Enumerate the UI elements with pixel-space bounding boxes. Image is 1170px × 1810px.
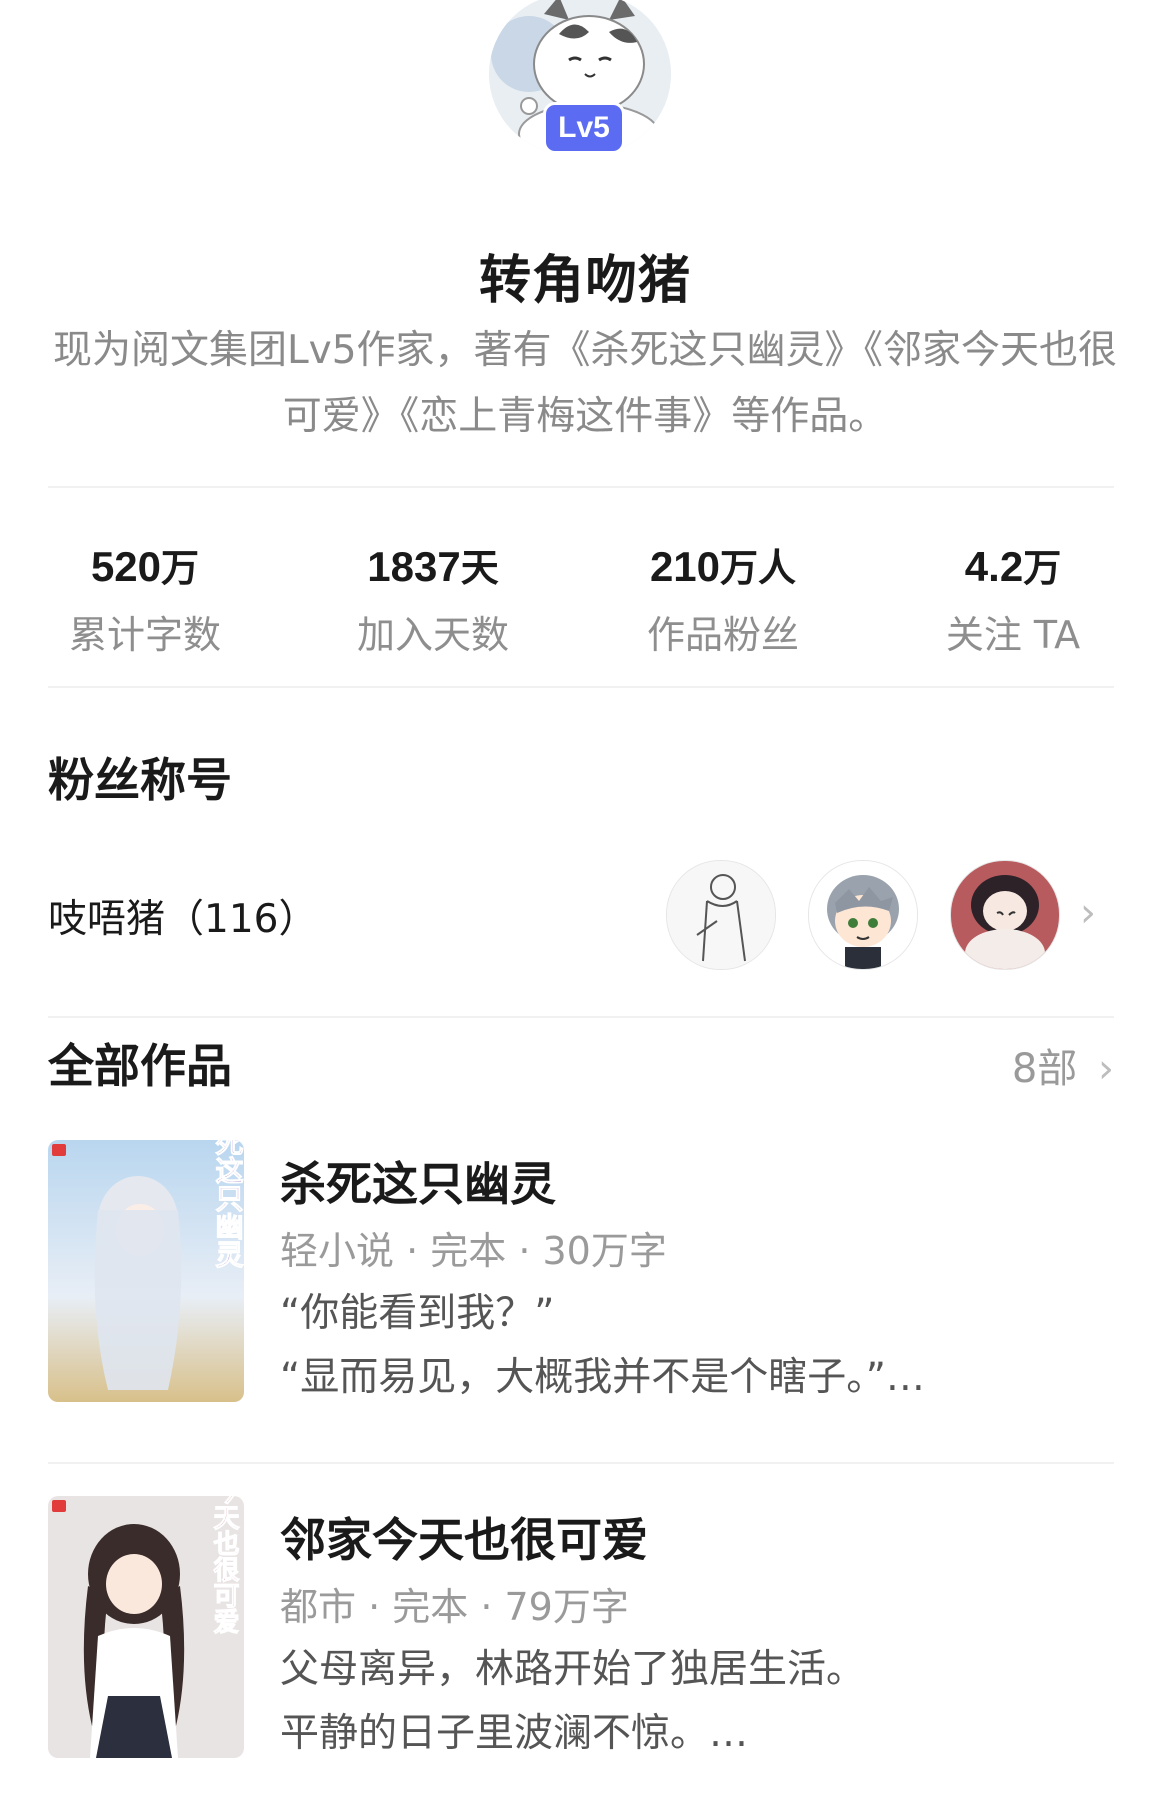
- book-meta: 轻小说 · 完本 · 30万字: [280, 1229, 667, 1273]
- stat-number: 1837: [367, 543, 461, 590]
- book-title[interactable]: 邻家今天也很可爱: [280, 1504, 648, 1570]
- girl-avatar-icon: [951, 861, 1059, 969]
- book-desc-line: “显而易见，大概我并不是个瞎子。”…: [280, 1355, 925, 1400]
- cover-title-text: 杀死这只幽灵: [212, 1140, 245, 1269]
- stat-unit: 万: [1023, 546, 1062, 590]
- works-count-link[interactable]: 8部 ›: [1012, 1036, 1114, 1094]
- book-card[interactable]: 邻家今天也很可爱 邻家今天也很可爱 都市 · 完本 · 79万字 父母离异，林路…: [48, 1496, 1114, 1758]
- book-description: 父母离异，林路开始了独居生活。 平静的日子里波澜不惊。…: [280, 1638, 1080, 1766]
- stat-value: 4.2万: [878, 538, 1148, 596]
- level-badge: Lv5: [543, 102, 625, 154]
- book-cover[interactable]: 邻家今天也很可爱: [48, 1496, 244, 1758]
- stat-unit: 天: [460, 546, 499, 590]
- book-cover-illustration: 邻家今天也很可爱: [48, 1496, 244, 1758]
- divider: [48, 686, 1114, 688]
- stat-fans[interactable]: 210万人 作品粉丝: [588, 538, 858, 659]
- fan-name-label: 吱唔猪（116）: [48, 897, 318, 942]
- book-cover[interactable]: 杀死这只幽灵: [48, 1140, 244, 1402]
- stat-label: 关注 TA: [945, 613, 1081, 657]
- stat-label: 累计字数: [68, 613, 221, 657]
- stat-label: 作品粉丝: [646, 613, 799, 657]
- stat-number: 520: [90, 543, 162, 590]
- stat-followers[interactable]: 4.2万 关注 TA: [878, 538, 1148, 659]
- works-heading: 全部作品: [48, 1039, 232, 1093]
- fan-title-heading: 粉丝称号: [48, 753, 232, 807]
- book-cover-illustration: 杀死这只幽灵: [48, 1140, 244, 1402]
- author-bio: 现为阅文集团Lv5作家，著有《杀死这只幽灵》《邻家今天也很可爱》《恋上青梅这件事…: [52, 328, 1118, 439]
- works-count-label: 8部: [1011, 1046, 1078, 1092]
- cover-title-text: 邻家今天也很可爱: [209, 1496, 239, 1634]
- divider: [48, 1462, 1114, 1464]
- book-title[interactable]: 杀死这只幽灵: [280, 1148, 556, 1214]
- stat-value: 1837天: [298, 538, 568, 596]
- stat-unit: 万: [161, 546, 200, 590]
- grey-hair-boy-avatar[interactable]: [808, 860, 918, 970]
- sketch-figure-avatar[interactable]: [666, 860, 776, 970]
- stat-join-days[interactable]: 1837天 加入天数: [298, 538, 568, 659]
- stat-number: 210: [649, 543, 721, 590]
- stat-value: 210万人: [588, 538, 858, 596]
- divider: [48, 1016, 1114, 1018]
- stat-value: 520万: [10, 538, 280, 596]
- dark-hair-girl-avatar[interactable]: [950, 860, 1060, 970]
- book-desc-line: 平静的日子里波澜不惊。…: [280, 1711, 749, 1756]
- stat-word-count[interactable]: 520万 累计字数: [10, 538, 280, 659]
- fan-title-row[interactable]: 吱唔猪（116） ›: [48, 860, 1114, 972]
- book-desc-line: “你能看到我？”: [280, 1291, 555, 1336]
- stat-number: 4.2: [964, 543, 1024, 590]
- author-avatar-wrap[interactable]: Lv5: [489, 0, 671, 154]
- book-desc-line: 父母离异，林路开始了独居生活。: [280, 1647, 866, 1692]
- divider: [48, 486, 1114, 488]
- chevron-right-icon[interactable]: ›: [1080, 890, 1096, 936]
- sketch-figure-icon: [667, 861, 775, 969]
- boy-avatar-icon: [809, 861, 917, 969]
- book-description: “你能看到我？” “显而易见，大概我并不是个瞎子。”…: [280, 1282, 1080, 1410]
- stat-label: 加入天数: [356, 613, 509, 657]
- chevron-right-icon: ›: [1098, 1046, 1114, 1092]
- author-name: 转角吻猪: [478, 251, 691, 311]
- book-card[interactable]: 杀死这只幽灵 杀死这只幽灵 轻小说 · 完本 · 30万字 “你能看到我？” “…: [48, 1140, 1114, 1402]
- stat-unit: 万人: [720, 546, 797, 590]
- book-meta: 都市 · 完本 · 79万字: [280, 1585, 629, 1629]
